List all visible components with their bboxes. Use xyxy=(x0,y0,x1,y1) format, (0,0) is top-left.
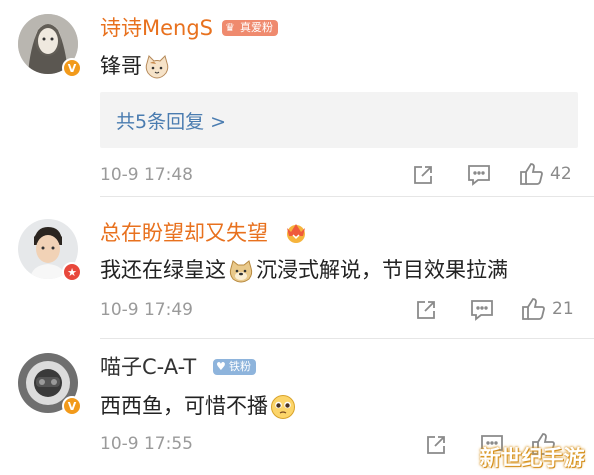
verified-badge-icon: V xyxy=(62,396,82,416)
comment-time: 10-9 17:48 xyxy=(100,165,193,185)
comment-text: 西西鱼，可惜不播 xyxy=(100,392,298,420)
verified-badge-icon: ★ xyxy=(62,262,82,282)
share-button[interactable] xyxy=(424,433,448,457)
comment-text: 锋哥 xyxy=(100,52,172,80)
cat-face-emoji xyxy=(144,54,170,80)
crown-icon: ♛ xyxy=(225,21,235,34)
share-button[interactable] xyxy=(414,298,438,322)
comment-item: ★ 总在盼望却又失望 我还在绿皇这 沉浸式解说，节目效果拉满 10-9 17:4… xyxy=(0,197,594,337)
like-button[interactable]: 42 xyxy=(518,161,572,187)
thumbs-up-icon xyxy=(522,298,545,320)
username[interactable]: 喵子C-A-T xyxy=(100,355,196,379)
pleading-face-emoji xyxy=(270,394,296,420)
comment-time: 10-9 17:55 xyxy=(100,434,193,454)
comment-time: 10-9 17:49 xyxy=(100,300,193,320)
share-icon xyxy=(417,301,435,319)
reply-box[interactable]: 共5条回复 > xyxy=(100,92,578,148)
comment-button[interactable] xyxy=(466,163,492,187)
fan-badge-icon xyxy=(283,219,309,245)
verified-badge-icon: V xyxy=(62,58,82,78)
like-count: 42 xyxy=(550,164,572,184)
view-replies-link[interactable]: 共5条回复 > xyxy=(116,107,226,134)
fan-tag: ♥ 铁粉 xyxy=(213,359,256,375)
comment-item: V 诗诗MengS ♛ 真爱粉 锋哥 共5条回复 > 10-9 17:48 42 xyxy=(0,0,594,195)
comment-icon xyxy=(471,300,493,321)
fan-tag: ♛ 真爱粉 xyxy=(222,20,278,36)
share-icon xyxy=(414,166,432,184)
thumbs-up-icon xyxy=(520,163,543,185)
doge-emoji xyxy=(228,258,254,284)
like-button[interactable]: 21 xyxy=(520,296,574,322)
username[interactable]: 总在盼望却又失望 xyxy=(100,221,268,245)
comment-button[interactable] xyxy=(469,298,495,322)
like-count: 21 xyxy=(552,299,574,319)
comment-icon xyxy=(468,165,490,186)
watermark: 新世纪手游 xyxy=(479,445,585,470)
comment-text: 我还在绿皇这 沉浸式解说，节目效果拉满 xyxy=(100,258,508,284)
fan-icon: ♥ xyxy=(216,360,226,373)
share-icon xyxy=(427,436,445,454)
username[interactable]: 诗诗MengS xyxy=(100,16,213,40)
share-button[interactable] xyxy=(411,163,435,187)
